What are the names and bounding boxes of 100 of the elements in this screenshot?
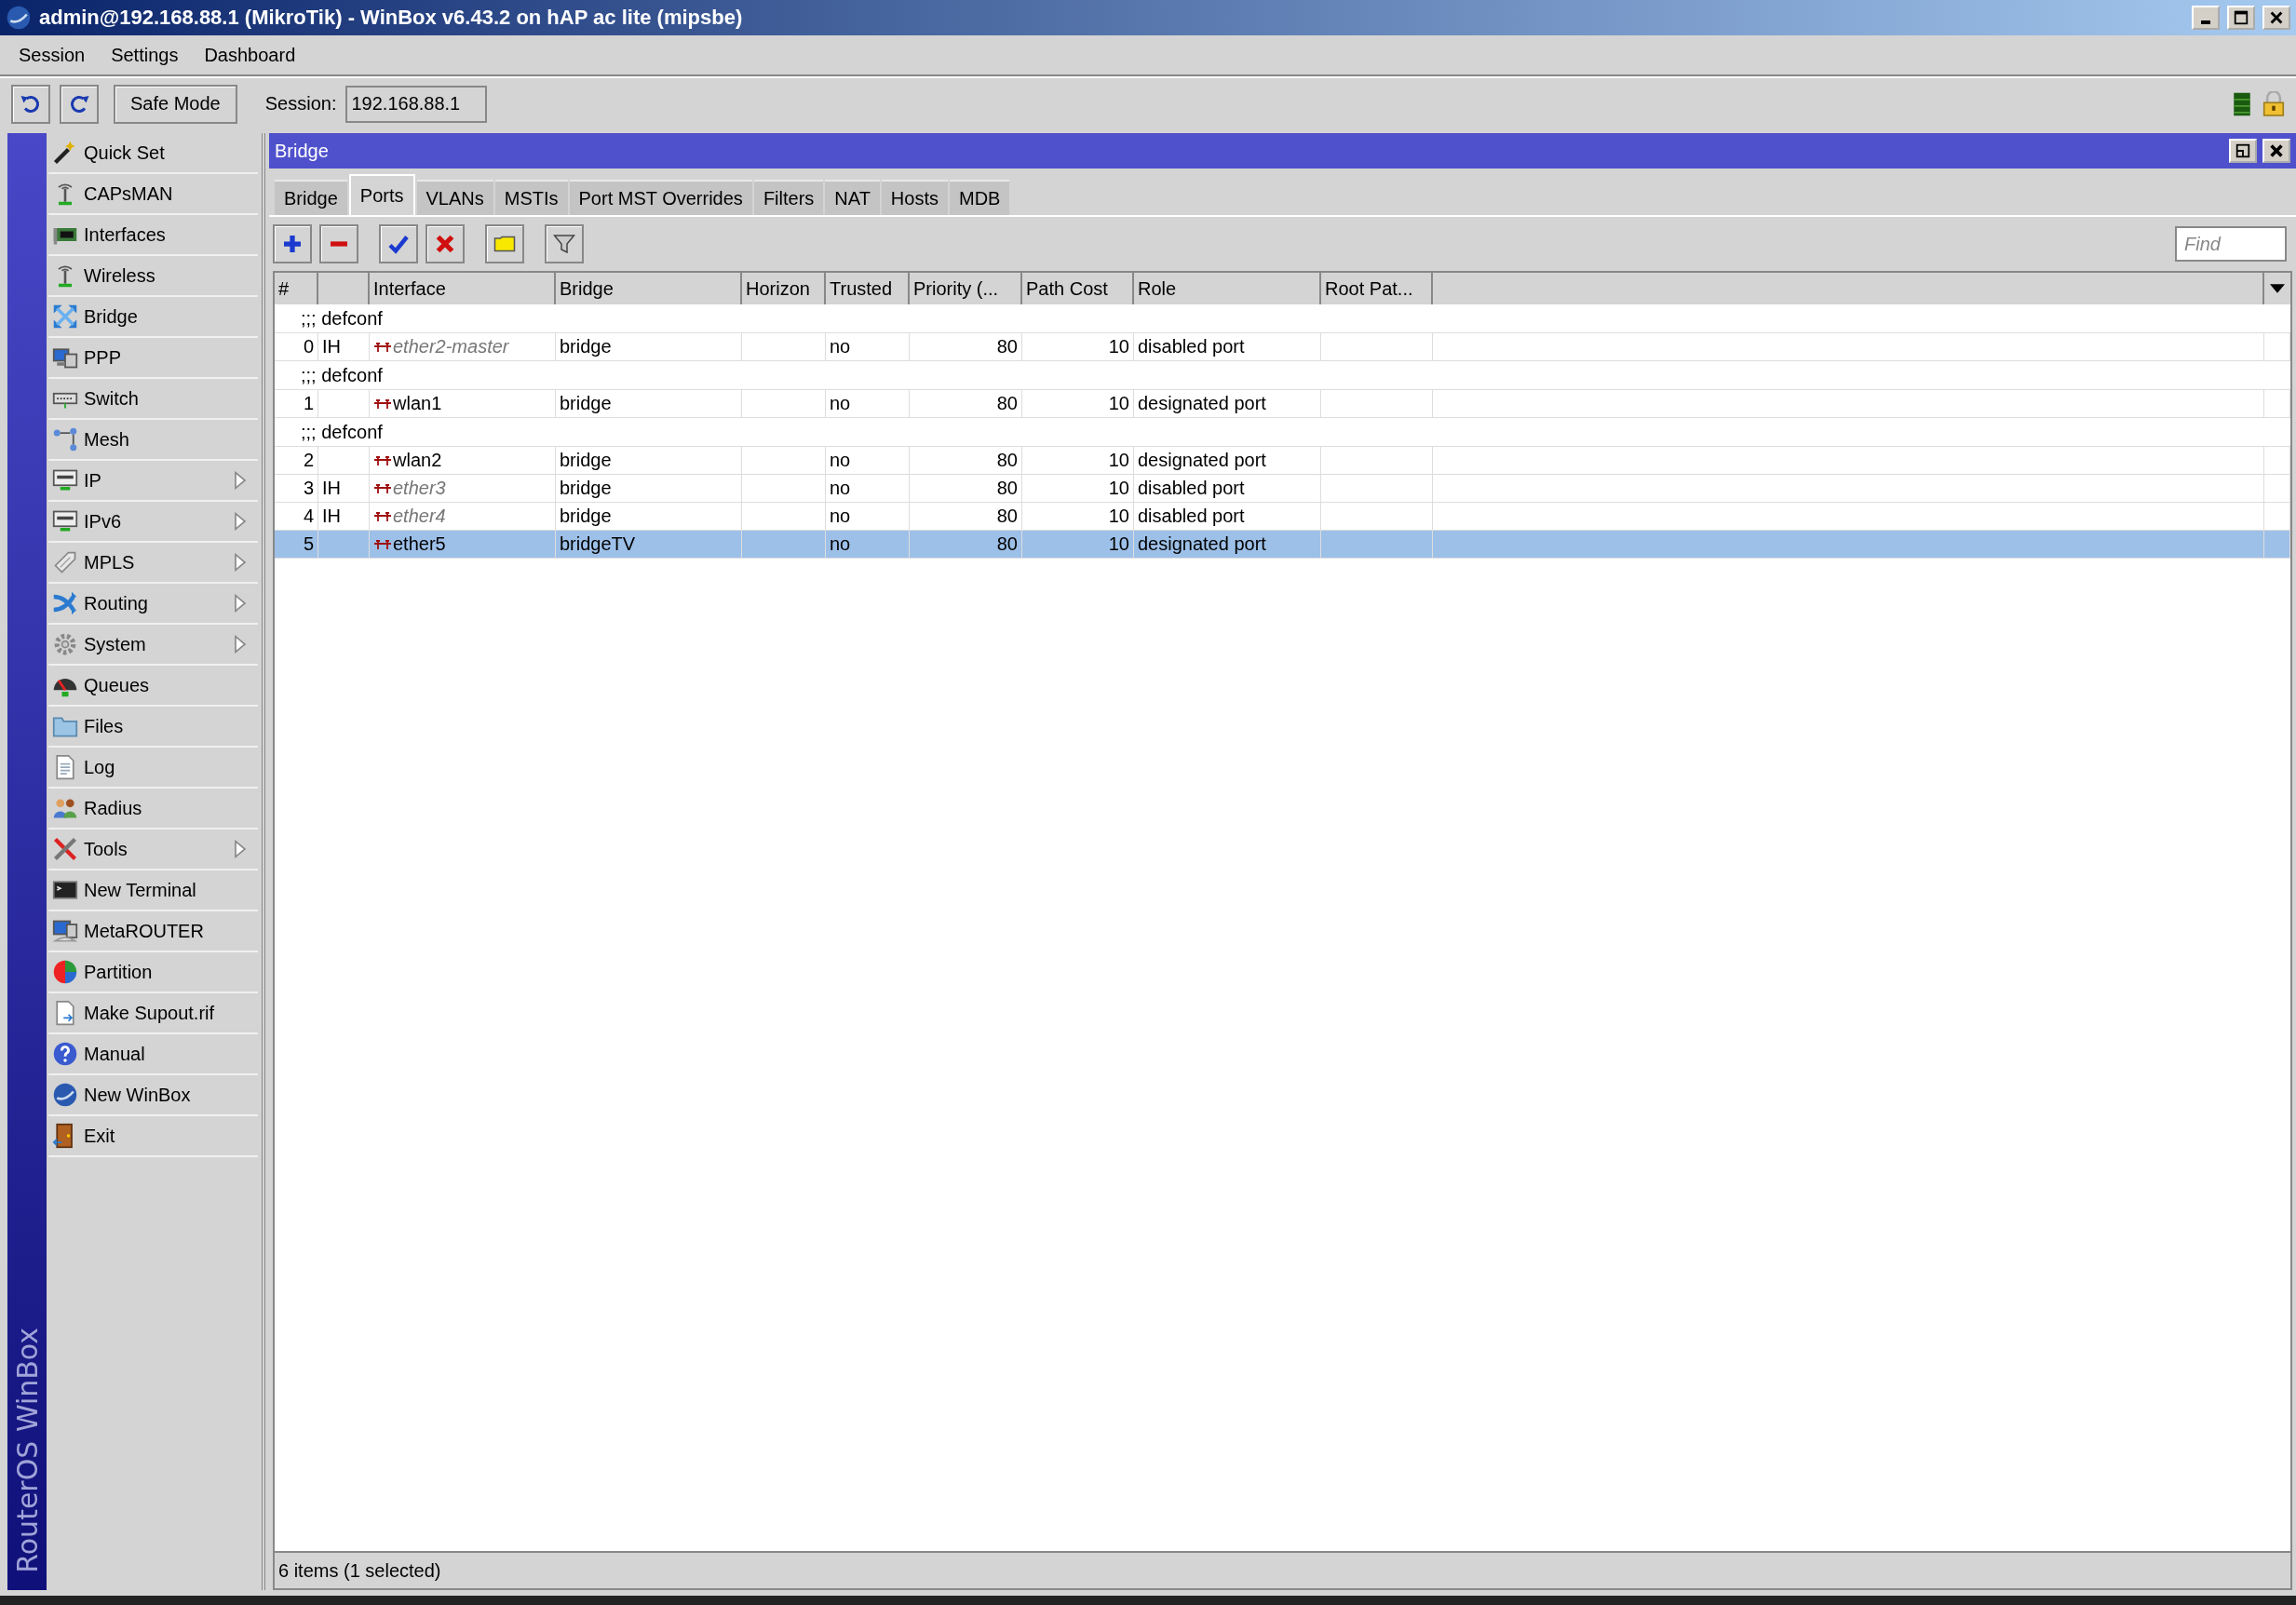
menu-item[interactable]: Settings xyxy=(98,44,192,66)
plus-icon xyxy=(281,233,304,255)
table-cell: no xyxy=(830,506,851,527)
nodes-icon xyxy=(52,426,78,452)
sidebar-item[interactable]: Queues xyxy=(48,666,258,707)
sidebar-item[interactable]: Radius xyxy=(48,789,258,829)
table-cell: ether2-master xyxy=(393,336,509,357)
sidebar-item[interactable]: Partition xyxy=(48,952,258,993)
table-cell: 80 xyxy=(996,393,1018,414)
sidebar-item[interactable]: New Terminal xyxy=(48,870,258,911)
tab[interactable]: Port MST Overrides xyxy=(569,180,752,215)
table-cell: IH xyxy=(322,336,341,357)
safe-mode-button[interactable]: Safe Mode xyxy=(114,84,237,124)
enable-button[interactable] xyxy=(379,224,418,263)
table-cell: no xyxy=(830,533,851,555)
sidebar-item[interactable]: Bridge xyxy=(48,297,258,338)
tab[interactable]: Ports xyxy=(348,174,415,215)
window-title: admin@192.168.88.1 (MikroTik) - WinBox v6.43.2 on hAP ac lite (mipsbe) xyxy=(39,6,744,30)
find-field[interactable]: Find xyxy=(2175,226,2287,262)
table-cell: 80 xyxy=(996,506,1018,527)
tab[interactable]: NAT xyxy=(825,180,880,215)
table-cell: 5 xyxy=(303,533,314,555)
computers-icon xyxy=(52,918,78,944)
comment-button[interactable] xyxy=(485,224,524,263)
sidebar-item[interactable]: Tools xyxy=(48,829,258,870)
column-header[interactable]: Root Pat... xyxy=(1321,273,1433,304)
close-icon xyxy=(2268,9,2285,26)
tab[interactable]: VLANs xyxy=(416,180,493,215)
table-cell: 80 xyxy=(996,533,1018,555)
sidebar-item[interactable]: Wireless xyxy=(48,256,258,297)
column-header[interactable]: Horizon xyxy=(742,273,826,304)
table-cell: 2 xyxy=(303,450,314,471)
tab[interactable]: Filters xyxy=(753,180,824,215)
column-header[interactable]: Role xyxy=(1134,273,1321,304)
bridge-window-title: Bridge xyxy=(275,140,330,162)
sidebar-item[interactable]: Make Supout.rif xyxy=(48,993,258,1034)
monitor-icon xyxy=(52,467,78,493)
column-header[interactable]: Interface xyxy=(370,273,556,304)
sidebar-item[interactable]: IPv6 xyxy=(48,502,258,543)
sidebar-item[interactable]: MetaROUTER xyxy=(48,911,258,952)
minus-icon xyxy=(328,241,350,247)
comment-text: ;;; defconf xyxy=(301,421,383,443)
table-cell: bridgeTV xyxy=(560,533,636,555)
table-row[interactable]: 1 wlan1 bridge no 80 10 designated port xyxy=(275,390,2290,418)
table-cell: 10 xyxy=(1108,506,1129,527)
maximize-button[interactable] xyxy=(2227,6,2255,30)
sidebar-item[interactable]: System xyxy=(48,625,258,666)
sidebar-item[interactable]: MPLS xyxy=(48,543,258,584)
sidebar-item[interactable]: Exit xyxy=(48,1116,258,1157)
table-row[interactable]: 5 ether5 bridgeTV no 80 10 designated port xyxy=(275,531,2290,559)
sidebar-item[interactable]: IP xyxy=(48,461,258,502)
sidebar-item[interactable]: New WinBox xyxy=(48,1075,258,1116)
filter-button[interactable] xyxy=(545,224,584,263)
disable-button[interactable] xyxy=(425,224,465,263)
sidebar-item[interactable]: Manual xyxy=(48,1034,258,1075)
menu-item[interactable]: Session xyxy=(6,44,99,66)
sidebar-item[interactable]: Interfaces xyxy=(48,215,258,256)
tab[interactable]: MSTIs xyxy=(494,180,568,215)
sidebar-item[interactable]: Routing xyxy=(48,584,258,625)
column-header[interactable]: # xyxy=(275,273,318,304)
column-header[interactable]: Path Cost xyxy=(1022,273,1134,304)
column-header[interactable]: Bridge xyxy=(556,273,742,304)
close-button[interactable] xyxy=(2262,139,2290,163)
column-header[interactable]: Priority (... xyxy=(910,273,1022,304)
table-cell: 1 xyxy=(303,393,314,414)
add-button[interactable] xyxy=(273,224,312,263)
table-cell: 10 xyxy=(1108,393,1129,414)
minimize-button[interactable] xyxy=(2192,6,2220,30)
column-header[interactable]: Trusted xyxy=(826,273,910,304)
tab[interactable]: Hosts xyxy=(881,180,948,215)
sidebar-item[interactable]: Mesh xyxy=(48,420,258,461)
table-cell: designated port xyxy=(1138,533,1266,555)
table-cell: 10 xyxy=(1108,533,1129,555)
table-row[interactable]: 2 wlan2 bridge no 80 10 designated port xyxy=(275,447,2290,475)
table-cell: 80 xyxy=(996,478,1018,499)
restore-button[interactable] xyxy=(2229,139,2257,163)
sidebar-item[interactable]: Quick Set xyxy=(48,133,258,174)
table-cell: designated port xyxy=(1138,393,1266,414)
table-cell: 10 xyxy=(1108,336,1129,357)
table-cell: ether5 xyxy=(393,533,446,555)
session-field[interactable]: 192.168.88.1 xyxy=(345,85,488,123)
undo-button[interactable] xyxy=(11,84,50,124)
tab[interactable]: Bridge xyxy=(275,180,347,215)
sidebar-item[interactable]: Switch xyxy=(48,379,258,420)
globe-icon xyxy=(52,1082,78,1108)
table-cell: no xyxy=(830,336,851,357)
sidebar-item[interactable]: Files xyxy=(48,707,258,748)
table-cell: ether3 xyxy=(393,478,446,499)
table-cell: wlan2 xyxy=(393,450,442,471)
menu-item[interactable]: Dashboard xyxy=(191,44,309,66)
table-cell: 10 xyxy=(1108,478,1129,499)
redo-button[interactable] xyxy=(60,84,99,124)
sidebar-item[interactable]: CAPsMAN xyxy=(48,174,258,215)
comment-text: ;;; defconf xyxy=(301,307,383,330)
sidebar-item[interactable]: PPP xyxy=(48,338,258,379)
close-button[interactable] xyxy=(2262,6,2290,30)
crossed-arrows-icon xyxy=(52,590,78,616)
tab[interactable]: MDB xyxy=(949,180,1010,215)
sidebar-item[interactable]: Log xyxy=(48,748,258,789)
remove-button[interactable] xyxy=(319,224,358,263)
